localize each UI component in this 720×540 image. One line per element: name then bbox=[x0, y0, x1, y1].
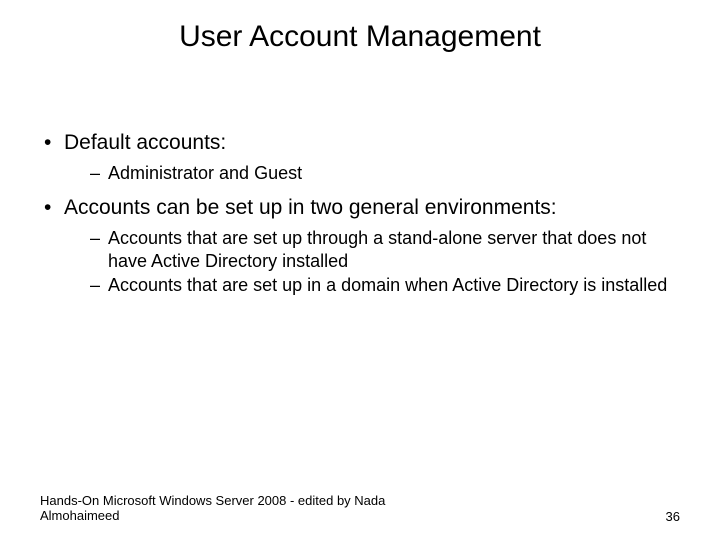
slide: User Account Management Default accounts… bbox=[0, 0, 720, 540]
bullet-level1: Default accounts: bbox=[40, 130, 690, 156]
slide-footer: Hands-On Microsoft Windows Server 2008 -… bbox=[40, 493, 680, 524]
bullet-level1: Accounts can be set up in two general en… bbox=[40, 195, 690, 221]
sub-bullet-group: Accounts that are set up through a stand… bbox=[40, 227, 690, 297]
page-number: 36 bbox=[666, 509, 680, 524]
bullet-level2: Accounts that are set up through a stand… bbox=[40, 227, 690, 272]
slide-content: Default accounts: Administrator and Gues… bbox=[40, 130, 690, 307]
bullet-level2: Accounts that are set up in a domain whe… bbox=[40, 274, 690, 297]
slide-title: User Account Management bbox=[0, 20, 720, 54]
bullet-level2: Administrator and Guest bbox=[40, 162, 690, 185]
sub-bullet-group: Administrator and Guest bbox=[40, 162, 690, 185]
footer-text: Hands-On Microsoft Windows Server 2008 -… bbox=[40, 493, 460, 524]
